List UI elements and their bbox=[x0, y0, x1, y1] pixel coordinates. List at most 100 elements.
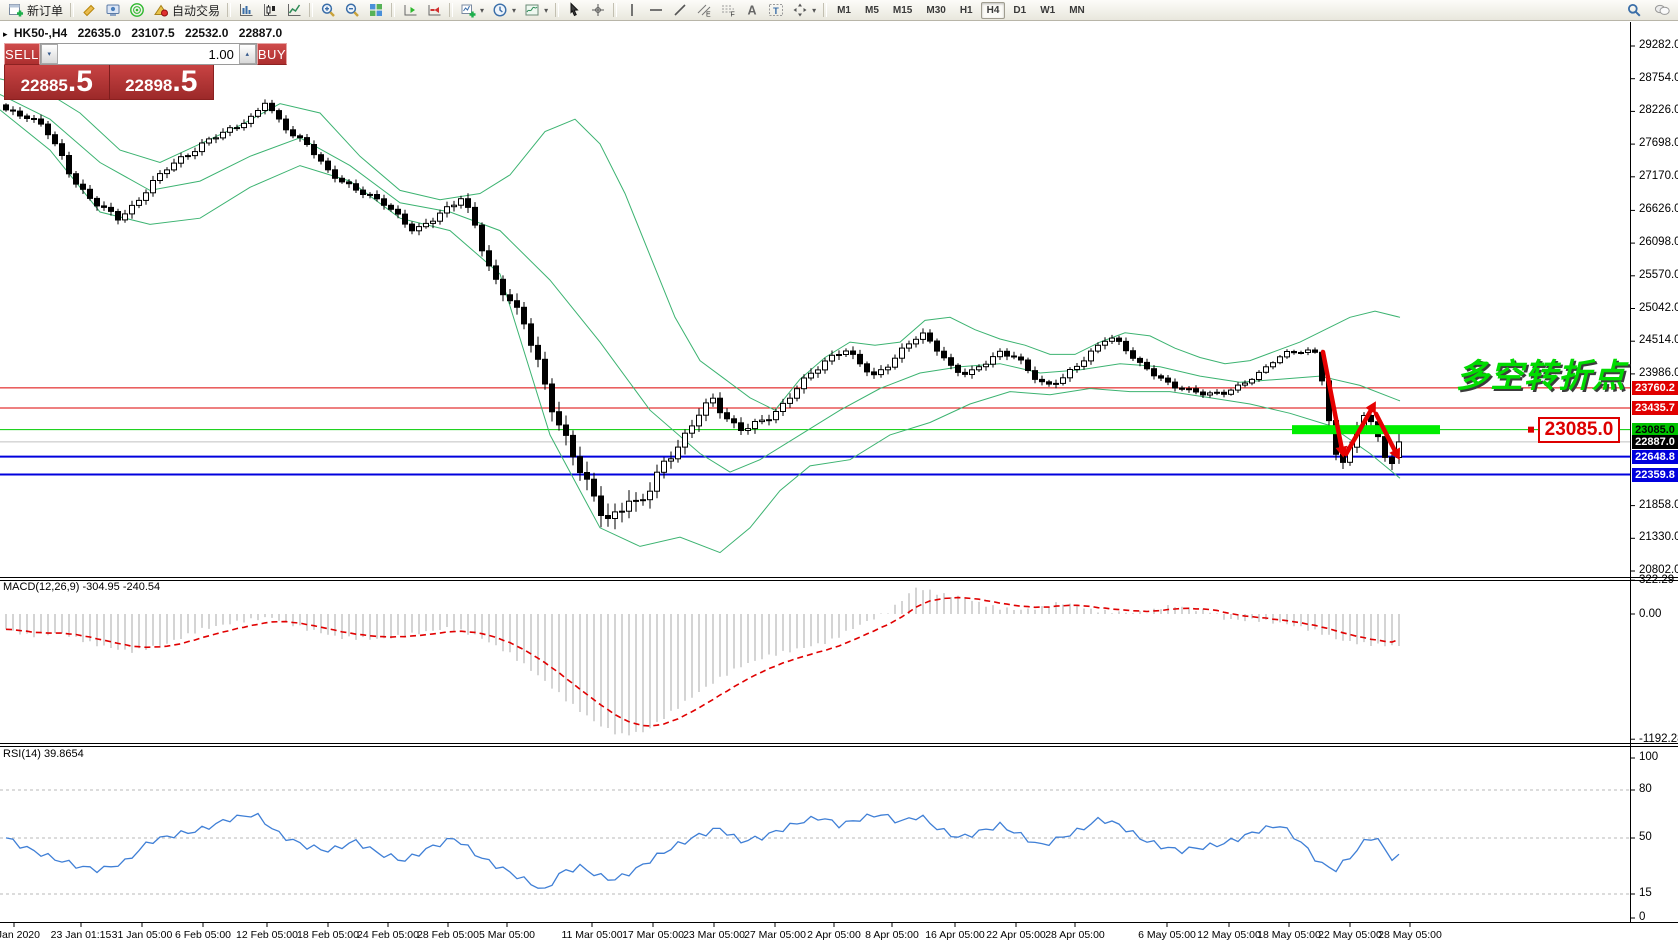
price-axis-tick-label: 27170.0 bbox=[1639, 170, 1678, 182]
new-order-button[interactable]: 新订单 bbox=[4, 0, 67, 20]
zoom-in-icon bbox=[320, 2, 336, 18]
tile-windows-icon bbox=[368, 2, 384, 18]
candle-chart-button[interactable] bbox=[258, 0, 282, 20]
chevron-down-icon[interactable]: ▾ bbox=[544, 6, 548, 15]
zoom-out-button[interactable] bbox=[340, 0, 364, 20]
fibonacci-button[interactable]: F bbox=[716, 0, 740, 20]
cursor-button[interactable] bbox=[562, 0, 586, 20]
toolbar-separator bbox=[227, 3, 232, 17]
time-axis-label: 18 May 05:00 bbox=[1257, 929, 1321, 941]
buy-button[interactable]: BUY bbox=[256, 43, 288, 65]
vline-button[interactable] bbox=[620, 0, 644, 20]
sell-button[interactable]: SELL bbox=[4, 43, 40, 65]
channel-button[interactable]: E bbox=[692, 0, 716, 20]
price-level-badge: 23435.7 bbox=[1632, 401, 1678, 415]
chart-autoscroll-button[interactable] bbox=[422, 0, 446, 20]
chart-ohlc-title: ▸ HK50-,H4 22635.0 23107.5 22532.0 22887… bbox=[3, 26, 282, 40]
chevron-down-icon[interactable]: ▾ bbox=[812, 6, 816, 15]
candle-chart-icon bbox=[262, 2, 278, 18]
templates-button[interactable]: ▾ bbox=[520, 0, 552, 20]
trendline-icon bbox=[672, 2, 688, 18]
rsi-axis-label: 50 bbox=[1639, 831, 1652, 843]
price-axis-tick-label: 21858.0 bbox=[1639, 499, 1678, 511]
line-chart-button[interactable] bbox=[282, 0, 306, 20]
chart-autoscroll-icon bbox=[426, 2, 442, 18]
search-button[interactable] bbox=[1622, 0, 1646, 20]
chart-marker-icon: ▸ bbox=[3, 29, 8, 39]
timeframe-d1-button[interactable]: D1 bbox=[1007, 2, 1032, 19]
volume-input[interactable] bbox=[57, 44, 239, 64]
time-axis-label: 28 Feb 05:00 bbox=[417, 929, 479, 941]
shapes-button[interactable]: ▾ bbox=[788, 0, 820, 20]
chevron-down-icon[interactable]: ▾ bbox=[480, 6, 484, 15]
time-axis-label: 5 Mar 05:00 bbox=[478, 929, 536, 941]
toolbar-separator bbox=[555, 3, 560, 17]
templates-icon bbox=[524, 2, 540, 18]
tile-windows-button[interactable] bbox=[364, 0, 388, 20]
one-click-trading-panel: SELL ▾ ▴ BUY 22885.5 22898.5 bbox=[4, 43, 288, 100]
ohlc-open: 22635.0 bbox=[77, 26, 121, 40]
macd-axis-label: -1192.28 bbox=[1639, 733, 1678, 745]
text-label-button[interactable]: T bbox=[764, 0, 788, 20]
market-watch-icon bbox=[105, 2, 121, 18]
zoom-out-icon bbox=[344, 2, 360, 18]
timeframe-h4-button[interactable]: H4 bbox=[980, 1, 1006, 19]
toolbar-separator bbox=[823, 3, 828, 17]
timeframe-m15-button[interactable]: M15 bbox=[887, 2, 918, 19]
timeframe-m1-button[interactable]: M1 bbox=[831, 2, 857, 19]
zoom-in-button[interactable] bbox=[316, 0, 340, 20]
time-axis-label: 16 Apr 05:00 bbox=[925, 929, 985, 941]
line-chart-icon bbox=[286, 2, 302, 18]
time-axis-label: 17 Mar 05:00 bbox=[622, 929, 684, 941]
trendline-button[interactable] bbox=[668, 0, 692, 20]
period-button[interactable]: ▾ bbox=[488, 0, 520, 20]
time-axis-label: 11 Mar 05:00 bbox=[561, 929, 623, 941]
timeframe-h1-button[interactable]: H1 bbox=[954, 2, 979, 19]
signal-button[interactable] bbox=[125, 0, 149, 20]
chat-button[interactable] bbox=[1650, 0, 1674, 20]
chevron-down-icon[interactable]: ▾ bbox=[512, 6, 516, 15]
timeframe-m30-button[interactable]: M30 bbox=[920, 2, 951, 19]
buy-price[interactable]: 22898.5 bbox=[108, 65, 214, 99]
time-axis-label: 23 Mar 05:00 bbox=[683, 929, 745, 941]
rsi-axis-label: 0 bbox=[1639, 911, 1646, 923]
chart-canvas[interactable] bbox=[0, 0, 1678, 949]
price-axis-tick-label: 28754.0 bbox=[1639, 72, 1678, 84]
rsi-indicator-label: RSI(14) 39.8654 bbox=[3, 748, 84, 760]
autotrade-label: 自动交易 bbox=[172, 3, 221, 18]
turning-point-annotation: 多空转折点 bbox=[1456, 357, 1626, 394]
crayon-button[interactable] bbox=[77, 0, 101, 20]
price-level-badge: 23760.2 bbox=[1632, 381, 1678, 395]
autotrade-button[interactable]: 自动交易 bbox=[149, 0, 224, 20]
svg-text:E: E bbox=[706, 12, 711, 19]
bar-chart-button[interactable] bbox=[234, 0, 258, 20]
sell-price[interactable]: 22885.5 bbox=[5, 65, 109, 99]
text-icon: A bbox=[744, 2, 760, 18]
market-watch-button[interactable] bbox=[101, 0, 125, 20]
svg-text:T: T bbox=[773, 6, 779, 17]
time-axis-label: 24 Feb 05:00 bbox=[357, 929, 419, 941]
volume-decrease-button[interactable]: ▾ bbox=[40, 44, 58, 64]
crosshair-button[interactable] bbox=[586, 0, 610, 20]
cursor-icon bbox=[566, 2, 582, 18]
price-axis-tick-label: 28226.0 bbox=[1639, 104, 1678, 116]
timeframe-w1-button[interactable]: W1 bbox=[1034, 2, 1061, 19]
chart-shift-button[interactable] bbox=[398, 0, 422, 20]
time-axis-label: 22 Apr 05:00 bbox=[986, 929, 1046, 941]
volume-increase-button[interactable]: ▴ bbox=[238, 44, 256, 64]
time-axis-label: 6 Feb 05:00 bbox=[174, 929, 232, 941]
time-axis-label: 12 May 05:00 bbox=[1197, 929, 1261, 941]
text-button[interactable]: A bbox=[740, 0, 764, 20]
hline-button[interactable] bbox=[644, 0, 668, 20]
timeframe-mn-button[interactable]: MN bbox=[1063, 2, 1091, 19]
price-level-badge: 22359.8 bbox=[1632, 468, 1678, 482]
chart-shift-icon bbox=[402, 2, 418, 18]
new-chart-button[interactable]: ▾ bbox=[456, 0, 488, 20]
new-chart-icon bbox=[460, 2, 476, 18]
shapes-icon bbox=[792, 2, 808, 18]
bar-chart-icon bbox=[238, 2, 254, 18]
price-axis-tick-label: 21330.0 bbox=[1639, 531, 1678, 543]
hline-icon bbox=[648, 2, 664, 18]
timeframe-m5-button[interactable]: M5 bbox=[859, 2, 885, 19]
signal-icon bbox=[129, 2, 145, 18]
